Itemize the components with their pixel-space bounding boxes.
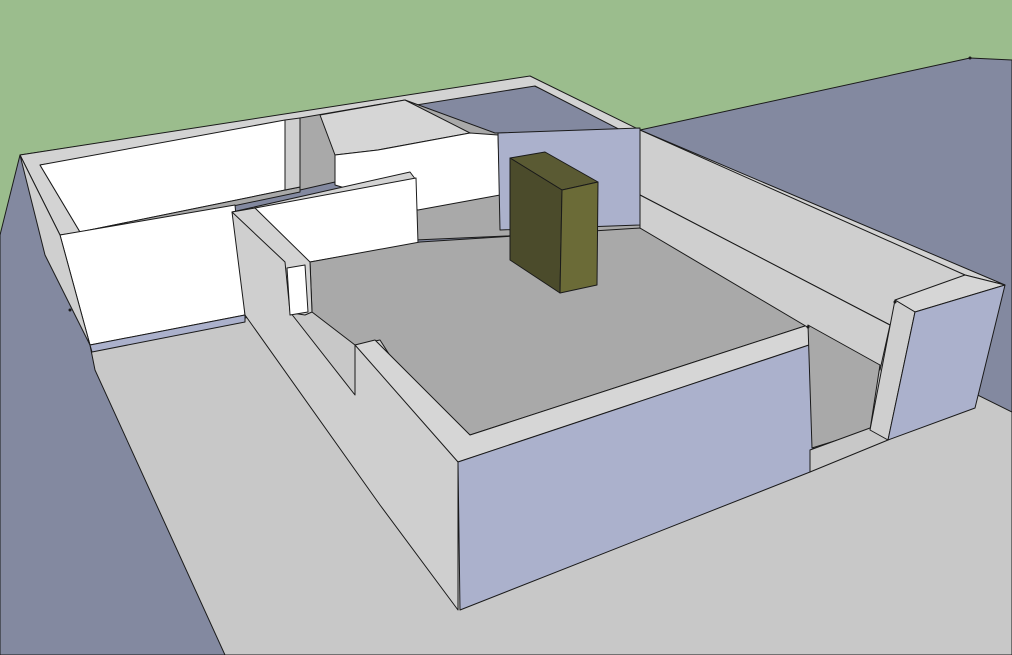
3d-model-canvas[interactable] [0,0,1012,655]
left-room-partition [284,117,301,191]
olive-box-side[interactable] [559,181,599,294]
modeling-viewport[interactable] [0,0,1012,655]
vertex-marker [968,56,972,60]
doorway-jamb [286,264,309,316]
vertex-marker [893,300,897,304]
vertex-marker [68,308,72,312]
vertex-marker [806,325,810,329]
